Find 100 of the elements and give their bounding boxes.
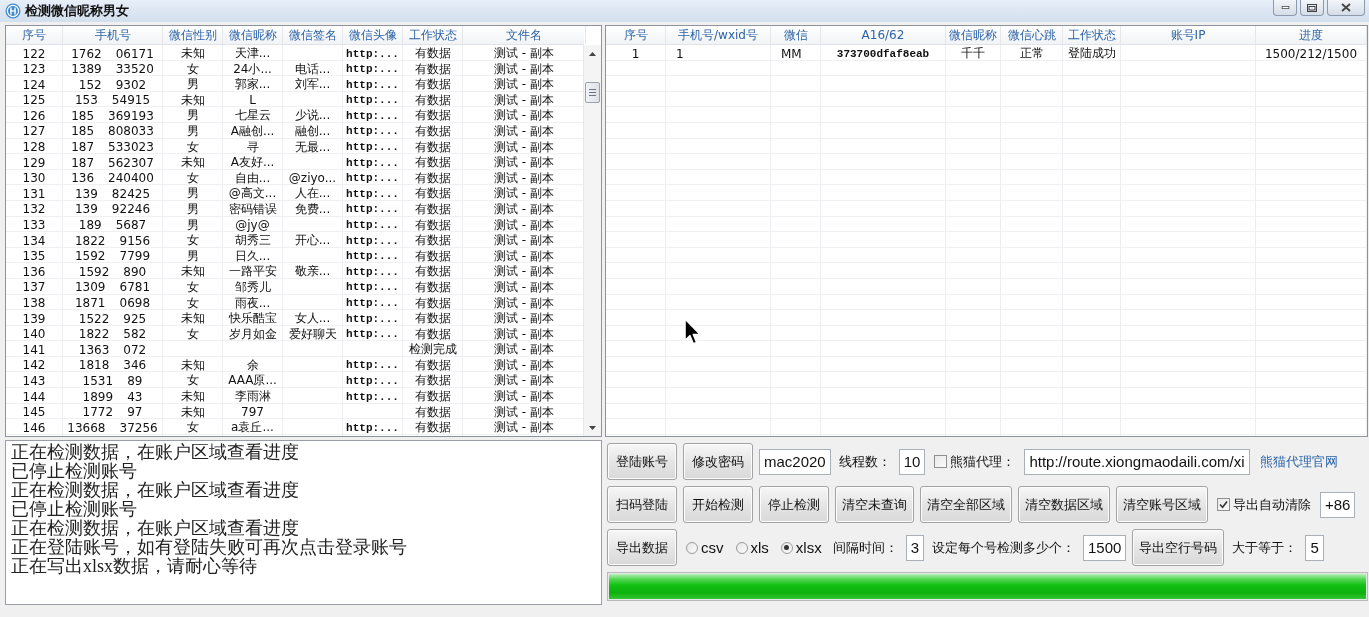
action-button[interactable]: 登陆账号 (607, 443, 677, 480)
table-cell: 敬亲... (283, 263, 343, 281)
column-header[interactable]: 序号 (6, 26, 63, 44)
table-cell: 有数据 (403, 294, 463, 312)
action-button[interactable]: 修改密码 (683, 443, 753, 480)
column-header[interactable]: 工作状态 (403, 26, 463, 44)
text-field[interactable]: 10 (898, 448, 926, 475)
column-header[interactable]: 进度 (1256, 26, 1367, 44)
column-header[interactable]: 手机号/wxid号 (666, 26, 771, 44)
table-cell: 797 (223, 403, 283, 421)
action-button[interactable]: 扫码登陆 (607, 486, 677, 523)
text-field[interactable]: mac2020 (759, 448, 831, 475)
maximize-button[interactable] (1300, 0, 1324, 16)
text-field[interactable]: 1500 (1083, 534, 1127, 561)
table-cell: 132 (6, 200, 63, 218)
column-header[interactable]: 微信性别 (163, 26, 223, 44)
column-header[interactable]: 文件名 (463, 26, 586, 44)
table-cell: a袁丘... (223, 419, 283, 436)
action-button[interactable]: 清空账号区域 (1116, 486, 1208, 523)
app-logo-icon (5, 3, 21, 19)
text-field[interactable]: http://route.xiongmaodaili.com/xi (1024, 448, 1250, 475)
action-button[interactable]: 导出数据 (607, 529, 677, 566)
column-header[interactable]: 微信头像 (343, 26, 403, 44)
phone-number-fragment: 43 (127, 389, 143, 404)
table-cell: 127 (6, 122, 63, 140)
action-button[interactable]: 清空数据区域 (1018, 486, 1110, 523)
table-cell: http:... (343, 122, 403, 140)
phone-number-fragment: 13668 (67, 420, 106, 435)
action-button[interactable]: 清空全部区域 (920, 486, 1012, 523)
table-cell: http:... (343, 325, 403, 343)
column-header[interactable]: 微信昵称 (223, 26, 283, 44)
table-cell: 有数据 (403, 107, 463, 125)
minimize-button[interactable] (1273, 0, 1297, 16)
action-button[interactable]: 开始检测 (683, 486, 753, 523)
checkbox[interactable]: 熊猫代理： (931, 452, 1019, 471)
table-cell: 正常 (1001, 45, 1063, 62)
column-header[interactable]: 微信 (771, 26, 821, 44)
table-cell: http:... (343, 294, 403, 312)
table-cell: 未知 (163, 310, 223, 328)
table-cell: http:... (343, 356, 403, 374)
column-header[interactable]: 微信签名 (283, 26, 343, 44)
table-cell: @jy@ (223, 216, 283, 234)
column-header[interactable]: A16/62 (821, 26, 946, 44)
phone-number-fragment: 1899 (82, 389, 114, 404)
radio-button[interactable]: xlsx (777, 539, 825, 556)
phone-number-fragment: 54915 (111, 93, 151, 108)
log-line: 正在检测数据，在账户区域查看进度 (11, 519, 299, 538)
table-cell: 女 (163, 232, 223, 250)
log-line: 正在检测数据，在账户区域查看进度 (11, 443, 299, 462)
field-label: 大于等于： (1231, 538, 1299, 557)
table-cell: 有数据 (403, 372, 463, 390)
column-header[interactable]: 工作状态 (1063, 26, 1121, 44)
column-header[interactable]: 手机号 (63, 26, 163, 44)
table-cell: 有数据 (403, 310, 463, 328)
table-cell: http:... (343, 91, 403, 109)
phone-number-fragment: 33520 (115, 62, 154, 77)
phone-number-fragment: 185 (71, 124, 95, 139)
table-cell: @ziyo... (283, 169, 343, 187)
phone-number-fragment: 37256 (119, 420, 158, 435)
close-button[interactable] (1327, 0, 1365, 16)
log-line: 已停止检测账号 (11, 462, 137, 481)
table-cell: http:... (343, 154, 403, 172)
text-field[interactable]: 5 (1305, 534, 1324, 561)
table-cell: 未知 (163, 45, 223, 62)
text-field[interactable]: 3 (905, 534, 925, 561)
phone-number-fragment: 346 (123, 358, 147, 373)
table-cell: 男 (163, 200, 223, 218)
table-cell: 有数据 (403, 76, 463, 94)
column-header[interactable]: 微信昵称 (946, 26, 1001, 44)
table-cell: 143 (6, 372, 63, 390)
radio-button[interactable]: csv (683, 539, 727, 556)
action-button[interactable]: 清空未查询 (835, 486, 914, 523)
phone-number-fragment: 1363 (78, 342, 110, 357)
table-cell: http:... (343, 278, 403, 296)
table-cell: 邹秀儿 (223, 278, 283, 296)
table-cell: http:... (343, 138, 403, 156)
phone-number-fragment: 187 (71, 155, 95, 170)
phone-number-fragment: 1871 (74, 296, 106, 310)
column-header[interactable]: 账号IP (1121, 26, 1256, 44)
column-header[interactable]: 微信心跳 (1001, 26, 1063, 44)
table-cell: 未知 (163, 388, 223, 406)
radio-button[interactable]: xls (732, 539, 772, 556)
table-cell: 144 (6, 388, 63, 406)
phone-number-fragment: 185 (71, 108, 95, 123)
table-cell: 134 (6, 232, 63, 250)
table-cell: 男 (163, 107, 223, 125)
website-link[interactable]: 熊猫代理官网 (1255, 452, 1338, 471)
table-cell: 人在... (283, 185, 343, 203)
column-header[interactable]: 序号 (606, 26, 666, 44)
phone-number-fragment: 89 (127, 373, 143, 388)
scrollbar-thumb[interactable] (585, 82, 600, 103)
action-button[interactable]: 停止检测 (759, 486, 829, 523)
table-cell: 未知 (163, 263, 223, 281)
text-field[interactable]: +86 (1320, 491, 1356, 518)
table-cell: 有数据 (403, 185, 463, 203)
checkbox[interactable]: 导出自动清除 (1214, 495, 1314, 514)
log-line: 正在写出xlsx数据，请耐心等待 (11, 557, 257, 576)
table-cell: 373700dfaf8eab (821, 45, 946, 62)
phone-number-fragment: 06171 (115, 46, 154, 61)
action-button[interactable]: 导出空行号码 (1132, 529, 1225, 566)
